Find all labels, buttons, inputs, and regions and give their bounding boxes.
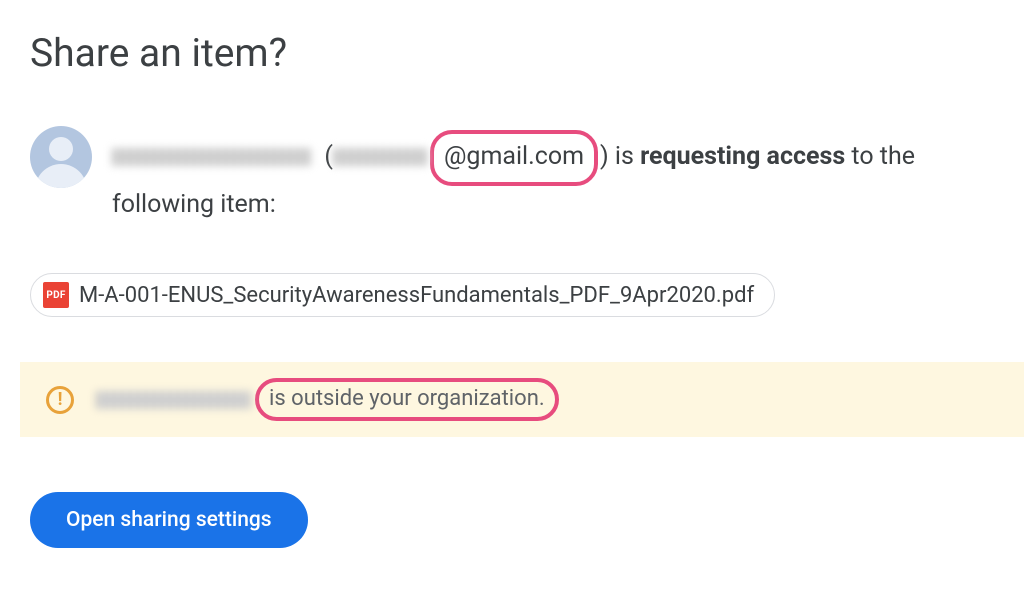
email-domain-text: @gmail.com: [444, 142, 584, 171]
requester-row: (@gmail.com) is requesting access to the…: [30, 126, 1004, 223]
outside-org-text: is outside your organization.: [269, 386, 545, 411]
outside-org-highlight: is outside your organization.: [255, 378, 559, 421]
warning-text: is outside your organization.: [90, 378, 561, 421]
open-sharing-settings-button[interactable]: Open sharing settings: [30, 492, 308, 548]
warning-banner: ! is outside your organization.: [20, 362, 1024, 437]
dialog-title: Share an item?: [30, 30, 1004, 76]
redacted-requester-name: [112, 148, 312, 166]
file-chip[interactable]: PDF M-A-001-ENUS_SecurityAwarenessFundam…: [30, 273, 775, 317]
pdf-icon: PDF: [43, 282, 69, 308]
redacted-requester-email-local: [333, 148, 428, 166]
redacted-org-name: [96, 391, 251, 409]
file-name: M-A-001-ENUS_SecurityAwarenessFundamenta…: [79, 283, 754, 308]
requesting-access-text: requesting access: [640, 142, 845, 171]
warning-icon: !: [46, 386, 74, 414]
avatar: [30, 126, 92, 188]
requester-text: (@gmail.com) is requesting access to the…: [112, 126, 1004, 223]
email-domain-highlight: @gmail.com: [430, 130, 598, 186]
